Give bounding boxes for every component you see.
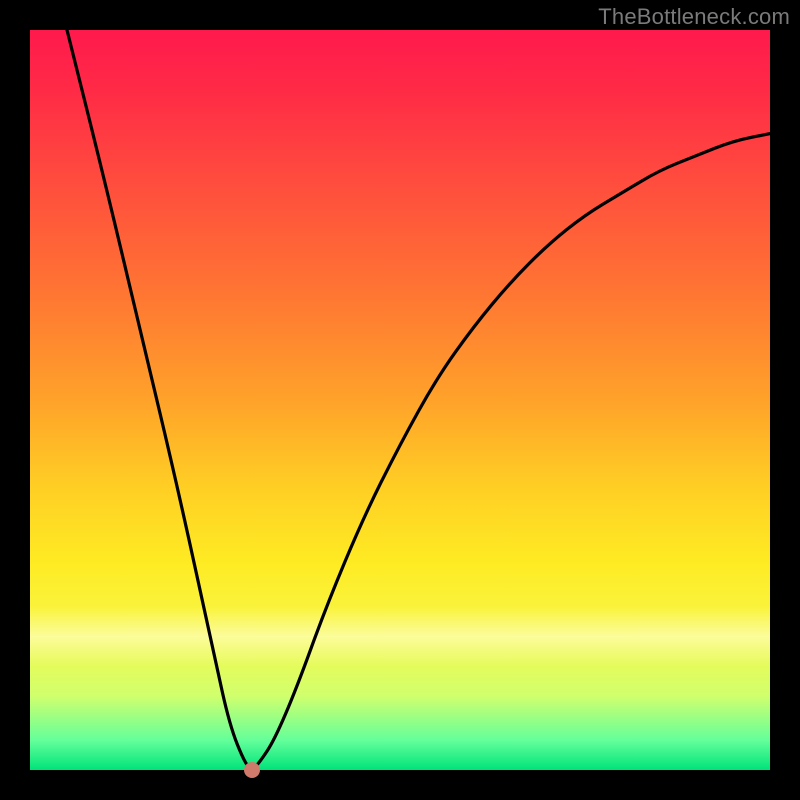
curve-svg <box>30 30 770 770</box>
chart-frame: TheBottleneck.com <box>0 0 800 800</box>
minimum-marker <box>244 762 260 778</box>
plot-area <box>30 30 770 770</box>
watermark-text: TheBottleneck.com <box>598 4 790 30</box>
bottleneck-curve-path <box>67 30 770 768</box>
